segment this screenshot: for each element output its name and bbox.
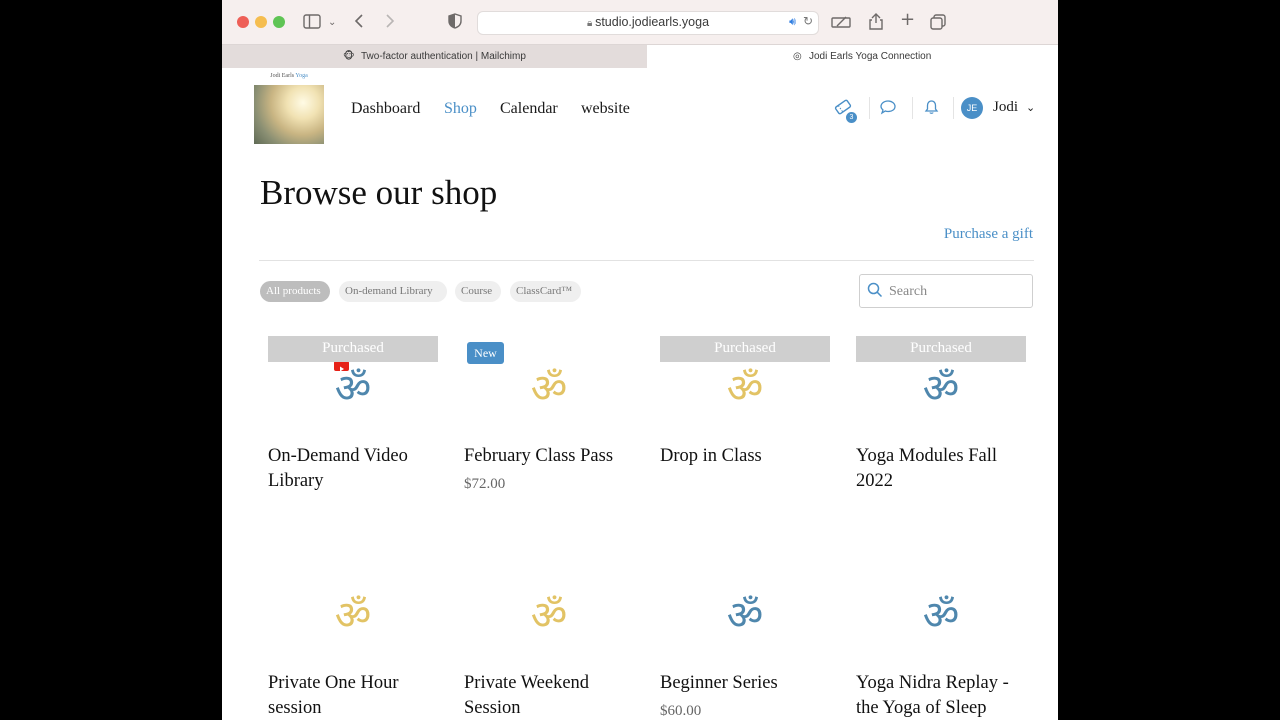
tab-jodi-earls[interactable]: ◎ Jodi Earls Yoga Connection — [647, 45, 1058, 68]
nav-website[interactable]: website — [581, 100, 630, 118]
privacy-shield-icon[interactable] — [448, 13, 462, 32]
svg-text:ॐ: ॐ — [335, 593, 371, 635]
product-title[interactable]: Drop in Class — [660, 444, 830, 469]
product-thumbnail[interactable]: ॐ — [268, 563, 438, 655]
tab-mailchimp[interactable]: 🐵︎ Two-factor authentication | Mailchimp — [222, 45, 647, 68]
product-card[interactable]: ॐ Purchased Yoga Modules Fall 2022 — [856, 336, 1026, 496]
purchased-banner: Purchased — [856, 336, 1026, 362]
zoom-window-button[interactable] — [273, 16, 285, 28]
new-badge: New — [467, 342, 504, 364]
reload-icon[interactable]: ↻ — [803, 14, 813, 28]
product-thumbnail[interactable]: ॐ Purchased — [268, 336, 438, 428]
product-title[interactable]: Beginner Series — [660, 671, 830, 696]
nav-shop[interactable]: Shop — [444, 100, 477, 118]
filter-on-demand-library[interactable]: On-demand Library — [339, 281, 447, 302]
forward-icon[interactable] — [385, 13, 395, 32]
messages-icon[interactable] — [880, 99, 896, 119]
product-price: $72.00 — [464, 476, 506, 492]
svg-text:ॐ: ॐ — [727, 593, 763, 635]
om-symbol-icon: ॐ — [531, 593, 567, 635]
back-icon[interactable] — [354, 13, 364, 32]
nav-dashboard[interactable]: Dashboard — [351, 100, 420, 118]
audio-playing-icon[interactable]: 🔊︎ — [789, 15, 796, 29]
logo-photo — [254, 85, 324, 144]
reader-markup-icon[interactable] — [831, 14, 851, 33]
om-symbol-icon: ॐ — [923, 366, 959, 408]
product-card[interactable]: ॐ Purchased On-Demand Video Library — [268, 336, 438, 496]
url-text: 🔒︎ studio.jodiearls.yoga — [478, 15, 818, 29]
product-title[interactable]: Yoga Nidra Replay - the Yoga of Sleep — [856, 671, 1026, 720]
om-symbol-icon: ॐ — [923, 593, 959, 635]
product-title[interactable]: Private Weekend Session — [464, 671, 634, 720]
om-symbol-icon: ॐ — [727, 593, 763, 635]
search-input[interactable] — [887, 276, 1031, 308]
product-title[interactable]: On-Demand Video Library — [268, 444, 438, 494]
svg-text:ॐ: ॐ — [531, 593, 567, 635]
page-title: Browse our shop — [260, 173, 498, 212]
user-menu-chevron-icon[interactable]: ⌄ — [1026, 101, 1035, 114]
notifications-bell-icon[interactable] — [924, 99, 939, 119]
purchased-banner: Purchased — [660, 336, 830, 362]
header-divider — [912, 97, 913, 119]
filter-classcard[interactable]: ClassCard™ — [510, 281, 581, 302]
search-box[interactable] — [859, 274, 1033, 308]
video-play-icon — [334, 361, 349, 372]
share-icon[interactable] — [869, 12, 883, 33]
product-card[interactable]: ॐ Private Weekend Session — [464, 563, 634, 720]
sidebar-menu-chevron-icon[interactable]: ⌄ — [328, 15, 336, 31]
ticket-count-badge: 3 — [846, 112, 857, 123]
product-thumbnail[interactable]: ॐ — [660, 563, 830, 655]
om-symbol-icon: ॐ — [335, 593, 371, 635]
site-logo[interactable]: Jodi Earls Yoga — [254, 73, 324, 144]
product-thumbnail[interactable]: ॐ Purchased — [856, 336, 1026, 428]
minimize-window-button[interactable] — [255, 16, 267, 28]
svg-text:ॐ: ॐ — [923, 593, 959, 635]
sidebar-toggle-icon[interactable] — [303, 14, 321, 32]
product-card[interactable]: ॐ New February Class Pass $72.00 — [464, 336, 634, 496]
filter-all-products[interactable]: All products — [260, 281, 330, 302]
section-divider — [259, 260, 1034, 261]
close-window-button[interactable] — [237, 16, 249, 28]
lock-icon: 🔒︎ — [586, 18, 596, 29]
avatar[interactable]: JE — [961, 97, 983, 119]
product-card[interactable]: ॐ Private One Hour session — [268, 563, 438, 720]
tab-mailchimp-label: Two-factor authentication | Mailchimp — [361, 51, 526, 62]
product-title[interactable]: Yoga Modules Fall 2022 — [856, 444, 1026, 494]
header-divider — [869, 97, 870, 119]
product-thumbnail[interactable]: ॐ Purchased — [660, 336, 830, 428]
new-tab-icon[interactable]: + — [900, 11, 915, 29]
svg-text:ॐ: ॐ — [727, 366, 763, 408]
site-favicon-icon: ◎ — [793, 51, 802, 62]
product-thumbnail[interactable]: ॐ New — [464, 336, 634, 428]
tab-overview-icon[interactable] — [930, 14, 946, 33]
nav-calendar[interactable]: Calendar — [500, 100, 558, 118]
product-card[interactable]: ॐ Purchased Drop in Class — [660, 336, 830, 496]
product-card[interactable]: ॐ Yoga Nidra Replay - the Yoga of Sleep — [856, 563, 1026, 720]
filter-course[interactable]: Course — [455, 281, 501, 302]
product-card[interactable]: ॐ Beginner Series $60.00 — [660, 563, 830, 720]
browser-window: ⌄ 🔒︎ studio.jodiearls.yoga 🔊︎ ↻ + 🐵︎ Two… — [222, 0, 1058, 720]
svg-text:ॐ: ॐ — [531, 366, 567, 408]
om-symbol-icon: ॐ — [531, 366, 567, 408]
purchased-banner: Purchased — [268, 336, 438, 362]
product-price: $60.00 — [660, 703, 702, 719]
tab-jodi-earls-label: Jodi Earls Yoga Connection — [809, 51, 932, 62]
product-thumbnail[interactable]: ॐ — [856, 563, 1026, 655]
product-title[interactable]: February Class Pass — [464, 444, 634, 469]
om-symbol-icon: ॐ — [727, 366, 763, 408]
user-name[interactable]: Jodi — [993, 99, 1018, 116]
purchase-gift-link[interactable]: Purchase a gift — [944, 226, 1033, 243]
address-bar[interactable]: 🔒︎ studio.jodiearls.yoga 🔊︎ ↻ — [477, 11, 819, 35]
product-title[interactable]: Private One Hour session — [268, 671, 438, 720]
browser-tab-bar: 🐵︎ Two-factor authentication | Mailchimp… — [222, 44, 1058, 68]
url-value: studio.jodiearls.yoga — [595, 15, 710, 29]
logo-text: Jodi Earls Yoga — [254, 73, 324, 85]
svg-text:ॐ: ॐ — [923, 366, 959, 408]
product-thumbnail[interactable]: ॐ — [464, 563, 634, 655]
browser-toolbar: ⌄ 🔒︎ studio.jodiearls.yoga 🔊︎ ↻ + — [222, 0, 1058, 44]
mailchimp-favicon-icon: 🐵︎ — [343, 51, 355, 62]
header-divider — [953, 97, 954, 119]
search-icon — [867, 282, 883, 298]
